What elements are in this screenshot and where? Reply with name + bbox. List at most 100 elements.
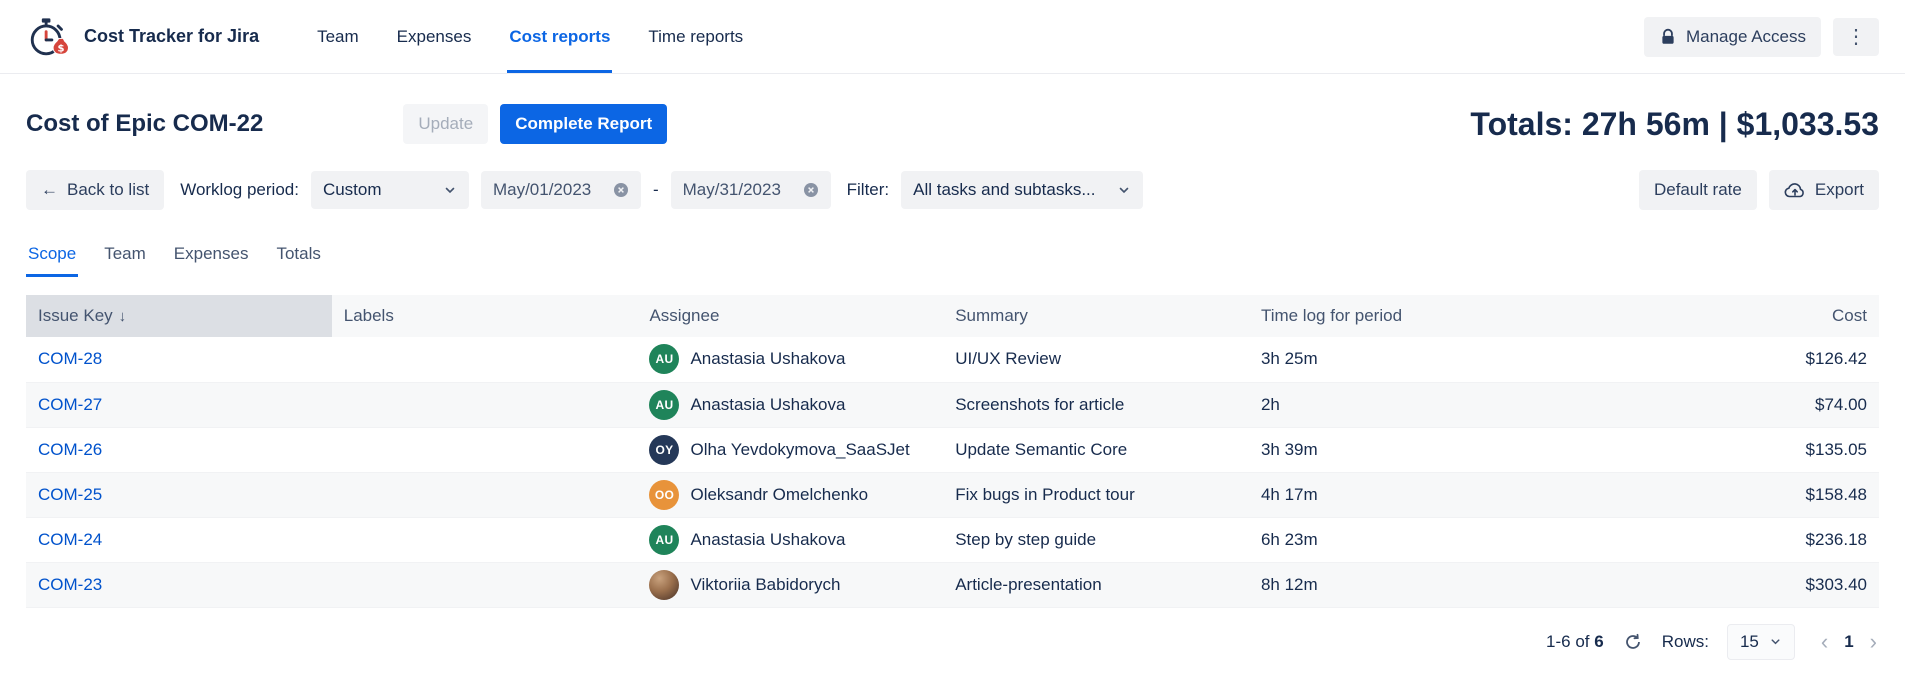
previous-page-button[interactable]: ‹ [1819, 631, 1830, 653]
summary-cell: Article-presentation [943, 562, 1249, 607]
issue-key-header-label: Issue Key [38, 306, 113, 325]
cost-cell: $126.42 [1555, 337, 1879, 382]
issue-key-link[interactable]: COM-25 [38, 485, 102, 504]
time-log-cell: 3h 25m [1249, 337, 1555, 382]
table-row: COM-24 AU Anastasia Ushakova Step by ste… [26, 517, 1879, 562]
filter-label: Filter: [847, 180, 890, 200]
export-button[interactable]: Export [1769, 170, 1879, 210]
column-header-time-log[interactable]: Time log for period [1249, 295, 1555, 337]
date-from-value: May/01/2023 [493, 180, 591, 200]
clear-date-from-icon[interactable] [613, 182, 629, 198]
assignee-cell: AU Anastasia Ushakova [637, 337, 943, 382]
assignee-avatar: OY [649, 435, 679, 465]
app-root: $ Cost Tracker for Jira Team Expenses Co… [0, 0, 1905, 660]
main-content: Cost of Epic COM-22 Update Complete Repo… [0, 104, 1905, 660]
task-filter-value: All tasks and subtasks... [913, 180, 1095, 200]
row-range-total: 6 [1594, 632, 1603, 651]
back-to-list-label: Back to list [67, 180, 149, 200]
nav-cost-reports[interactable]: Cost reports [507, 0, 612, 73]
issue-key-link[interactable]: COM-28 [38, 349, 102, 368]
manage-access-label: Manage Access [1686, 27, 1806, 47]
cost-cell: $74.00 [1555, 382, 1879, 427]
more-options-button[interactable]: ⋮ [1833, 18, 1879, 56]
date-to-input[interactable]: May/31/2023 [671, 171, 831, 209]
table-row: COM-23 Viktoriia Babidorych Article-pres… [26, 562, 1879, 607]
next-page-button[interactable]: › [1868, 631, 1879, 653]
issue-key-link[interactable]: COM-23 [38, 575, 102, 594]
date-range-separator: - [653, 180, 659, 200]
labels-cell [332, 427, 638, 472]
table-row: COM-25 OO Oleksandr Omelchenko Fix bugs … [26, 472, 1879, 517]
labels-cell [332, 337, 638, 382]
rows-per-page-value: 15 [1740, 632, 1759, 652]
issue-key-link[interactable]: COM-24 [38, 530, 102, 549]
chevron-down-icon [1117, 183, 1131, 197]
cost-cell: $236.18 [1555, 517, 1879, 562]
column-header-labels[interactable]: Labels [332, 295, 638, 337]
assignee-cell: AU Anastasia Ushakova [637, 382, 943, 427]
table-header-row: Issue Key↓ Labels Assignee Summary Time … [26, 295, 1879, 337]
chevron-down-icon [443, 183, 457, 197]
summary-cell: Update Semantic Core [943, 427, 1249, 472]
table-footer: 1-6 of 6 Rows: 15 ‹ 1 › [26, 624, 1879, 660]
labels-cell [332, 382, 638, 427]
default-rate-button[interactable]: Default rate [1639, 170, 1757, 210]
page-title: Cost of Epic COM-22 [26, 110, 263, 138]
totals-value: Totals: 27h 56m | $1,033.53 [1470, 106, 1879, 143]
back-arrow-icon: ← [41, 180, 58, 200]
tab-team[interactable]: Team [102, 240, 148, 277]
refresh-icon [1624, 633, 1642, 651]
assignee-avatar: AU [649, 390, 679, 420]
date-from-input[interactable]: May/01/2023 [481, 171, 641, 209]
labels-cell [332, 562, 638, 607]
period-select[interactable]: Custom [311, 171, 469, 209]
issue-key-link[interactable]: COM-27 [38, 395, 102, 414]
assignee-name: Viktoriia Babidorych [690, 575, 840, 595]
filter-toolbar: ← Back to list Worklog period: Custom Ma… [26, 170, 1879, 210]
time-log-cell: 6h 23m [1249, 517, 1555, 562]
column-header-issue-key[interactable]: Issue Key↓ [26, 295, 332, 337]
tab-expenses[interactable]: Expenses [172, 240, 251, 277]
cost-cell: $158.48 [1555, 472, 1879, 517]
app-logo-icon: $ [26, 14, 72, 60]
nav-time-reports[interactable]: Time reports [646, 0, 745, 73]
current-page[interactable]: 1 [1844, 632, 1853, 652]
app-title: Cost Tracker for Jira [84, 26, 259, 47]
assignee-cell: Viktoriia Babidorych [637, 562, 943, 607]
date-to-value: May/31/2023 [683, 180, 781, 200]
update-button[interactable]: Update [403, 104, 488, 144]
assignee-cell: AU Anastasia Ushakova [637, 517, 943, 562]
top-bar: $ Cost Tracker for Jira Team Expenses Co… [0, 0, 1905, 74]
assignee-cell: OY Olha Yevdokymova_SaaSJet [637, 427, 943, 472]
manage-access-button[interactable]: Manage Access [1644, 17, 1821, 57]
cloud-export-icon [1784, 182, 1806, 199]
lock-icon [1659, 28, 1677, 46]
rows-per-page-select[interactable]: 15 [1727, 624, 1795, 660]
row-range: 1-6 of 6 [1546, 632, 1604, 652]
task-filter-select[interactable]: All tasks and subtasks... [901, 171, 1143, 209]
period-select-value: Custom [323, 180, 382, 200]
row-range-text: 1-6 of [1546, 632, 1589, 651]
table-body: COM-28 AU Anastasia Ushakova UI/UX Revie… [26, 337, 1879, 607]
refresh-button[interactable] [1622, 631, 1644, 653]
summary-cell: Fix bugs in Product tour [943, 472, 1249, 517]
column-header-cost[interactable]: Cost [1555, 295, 1879, 337]
back-to-list-button[interactable]: ← Back to list [26, 170, 164, 210]
issue-key-link[interactable]: COM-26 [38, 440, 102, 459]
tab-totals[interactable]: Totals [274, 240, 322, 277]
complete-report-button[interactable]: Complete Report [500, 104, 667, 144]
svg-text:$: $ [57, 43, 64, 54]
pagination: ‹ 1 › [1819, 631, 1879, 653]
nav-team[interactable]: Team [315, 0, 361, 73]
nav-expenses[interactable]: Expenses [395, 0, 474, 73]
assignee-name: Anastasia Ushakova [690, 395, 845, 415]
assignee-name: Anastasia Ushakova [690, 349, 845, 369]
column-header-summary[interactable]: Summary [943, 295, 1249, 337]
column-header-assignee[interactable]: Assignee [637, 295, 943, 337]
report-tabs: Scope Team Expenses Totals [26, 240, 1879, 277]
assignee-avatar: AU [649, 525, 679, 555]
time-log-cell: 8h 12m [1249, 562, 1555, 607]
tab-scope[interactable]: Scope [26, 240, 78, 277]
clear-date-to-icon[interactable] [803, 182, 819, 198]
time-log-cell: 3h 39m [1249, 427, 1555, 472]
